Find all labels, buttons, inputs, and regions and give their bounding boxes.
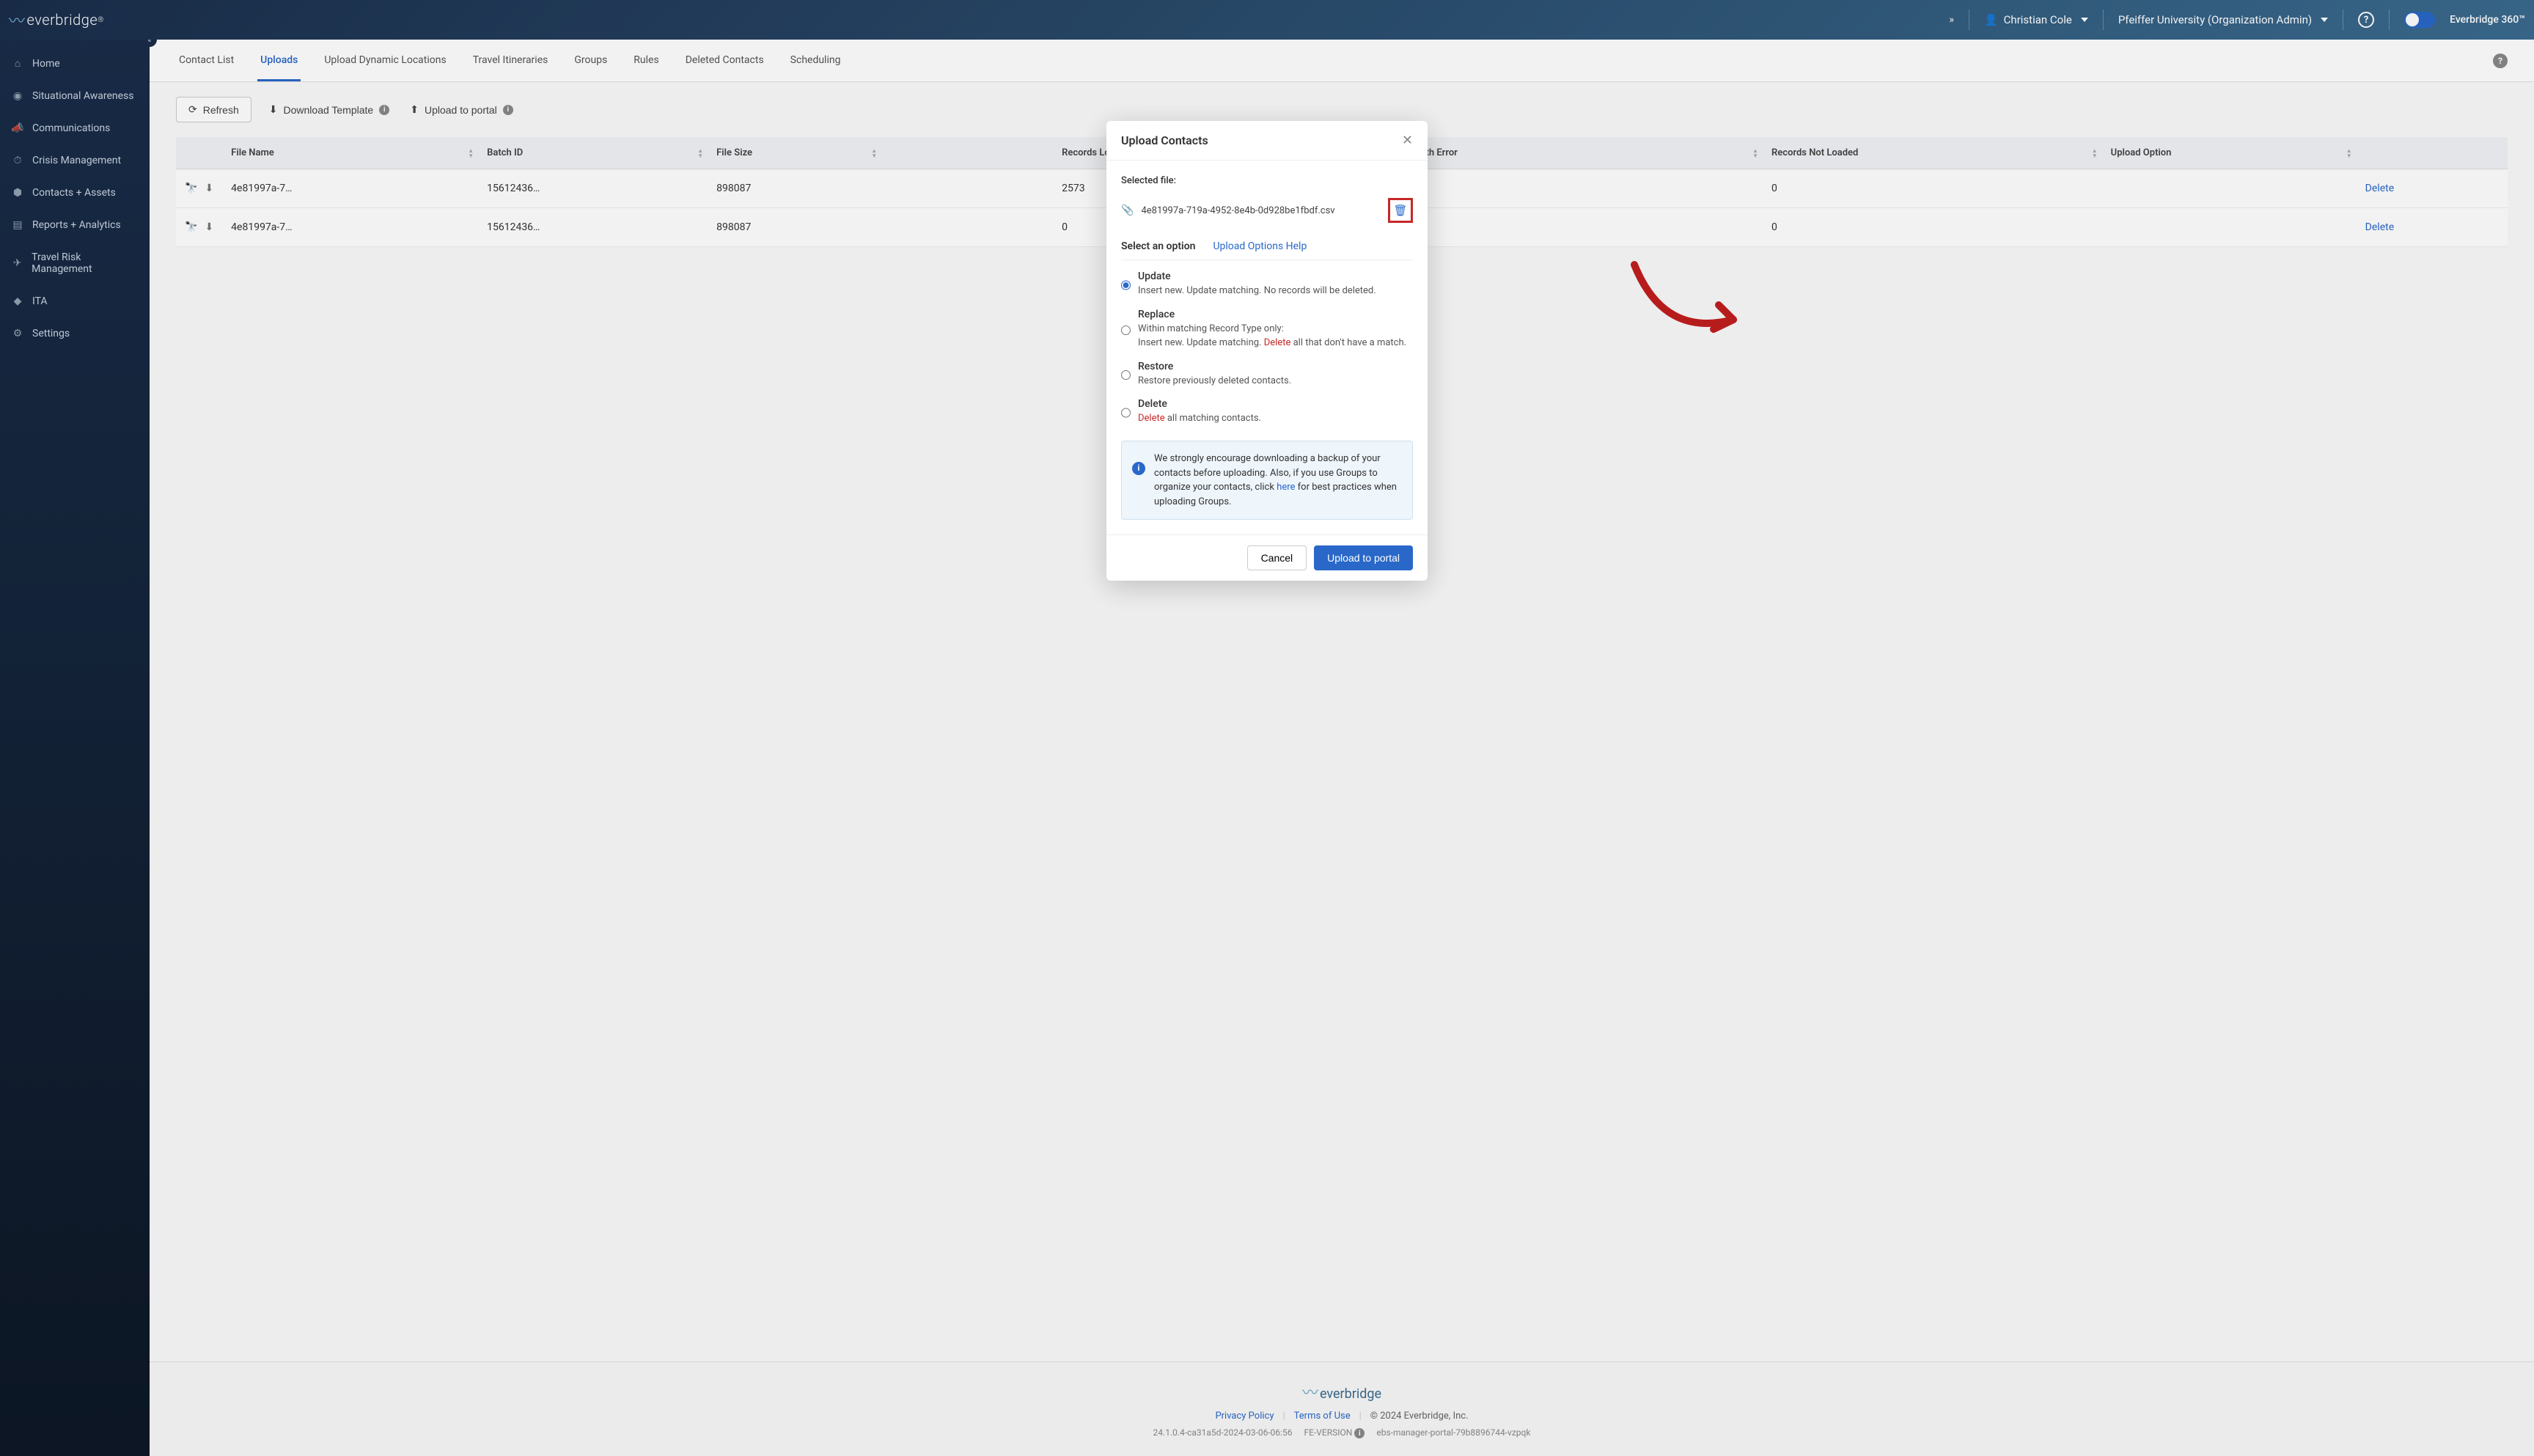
modal-close-button[interactable]: ✕ <box>1402 133 1413 148</box>
modal-title: Upload Contacts <box>1121 133 1208 147</box>
select-option-label: Select an option <box>1121 240 1195 252</box>
trash-icon: 🗑 <box>1393 204 1407 217</box>
radio-option-delete[interactable]: Delete Delete all matching contacts. <box>1121 398 1413 426</box>
radio-label: Replace <box>1138 309 1406 320</box>
info-callout: i We strongly encourage downloading a ba… <box>1121 441 1413 520</box>
paperclip-icon: 📎 <box>1121 205 1134 216</box>
radio-input[interactable] <box>1121 362 1131 389</box>
radio-input[interactable] <box>1121 310 1131 350</box>
modal-overlay: Upload Contacts ✕ Selected file: 📎 4e819… <box>0 0 2534 1456</box>
annotation-arrow <box>1627 257 1752 353</box>
info-here-link[interactable]: here <box>1277 482 1295 493</box>
upload-contacts-modal: Upload Contacts ✕ Selected file: 📎 4e819… <box>1106 121 1428 581</box>
radio-input[interactable] <box>1121 400 1131 426</box>
radio-desc: Insert new. Update matching. No records … <box>1138 284 1376 298</box>
upload-options-help-link[interactable]: Upload Options Help <box>1213 240 1307 252</box>
radio-input[interactable] <box>1121 272 1131 298</box>
radio-label: Delete <box>1138 398 1261 410</box>
info-icon: i <box>1132 462 1145 475</box>
upload-submit-button[interactable]: Upload to portal <box>1314 545 1413 570</box>
remove-file-button[interactable]: 🗑 <box>1388 198 1413 223</box>
cancel-button[interactable]: Cancel <box>1247 545 1307 570</box>
radio-label: Update <box>1138 271 1376 282</box>
radio-option-restore[interactable]: Restore Restore previously deleted conta… <box>1121 361 1413 389</box>
radio-label: Restore <box>1138 361 1291 372</box>
radio-option-replace[interactable]: Replace Within matching Record Type only… <box>1121 309 1413 350</box>
radio-desc: Restore previously deleted contacts. <box>1138 375 1291 389</box>
radio-desc: Delete all matching contacts. <box>1138 412 1261 426</box>
radio-desc: Within matching Record Type only:Insert … <box>1138 323 1406 350</box>
radio-option-update[interactable]: Update Insert new. Update matching. No r… <box>1121 271 1413 298</box>
selected-file-name: 4e81997a-719a-4952-8e4b-0d928be1fbdf.csv <box>1141 205 1381 216</box>
selected-file-label: Selected file: <box>1121 175 1413 186</box>
